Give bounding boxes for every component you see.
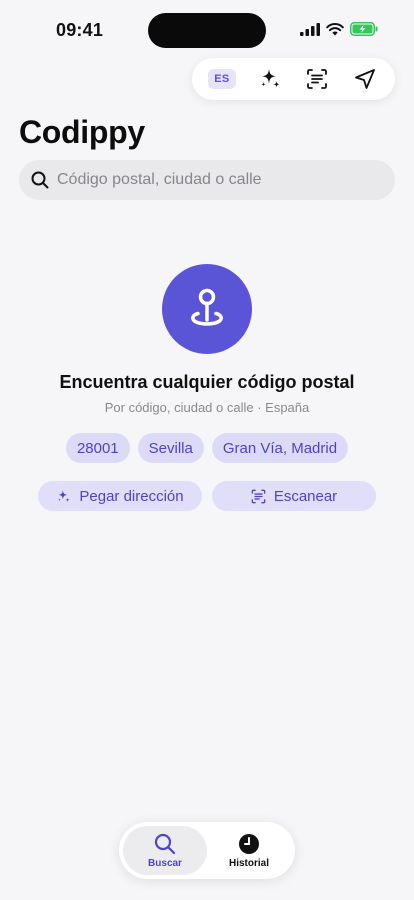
- map-pin-badge: [162, 264, 252, 354]
- tab-label: Historial: [228, 857, 269, 869]
- battery-charging-icon: [350, 22, 378, 36]
- scan-text-button[interactable]: [297, 61, 337, 97]
- app-title: Codippy: [19, 114, 145, 150]
- search-input[interactable]: [57, 171, 377, 189]
- scan-button[interactable]: Escanear: [212, 481, 376, 511]
- search-icon: [31, 171, 49, 189]
- hero-subtitle: Por código, ciudad o calle · España: [104, 400, 310, 415]
- paste-address-button[interactable]: Pegar dirección: [38, 481, 202, 511]
- status-time: 09:41: [56, 20, 104, 40]
- status-icons: [300, 22, 378, 36]
- map-pin-icon: [191, 288, 223, 326]
- tab-label: Buscar: [148, 857, 182, 869]
- clock-icon: [239, 833, 259, 854]
- scan-text-icon: [251, 489, 266, 503]
- top-toolbar: ES: [192, 58, 395, 100]
- hero-title: Encuentra cualquier código postal: [59, 372, 355, 392]
- location-arrow-icon: [355, 69, 376, 89]
- sparkle-icon: [58, 489, 70, 502]
- language-button[interactable]: ES: [202, 61, 242, 97]
- language-badge: ES: [208, 69, 236, 89]
- tab-historial[interactable]: Historial: [207, 826, 291, 875]
- scan-label: Escanear: [273, 487, 338, 505]
- tab-buscar[interactable]: Buscar: [123, 826, 207, 875]
- suggestion-chip[interactable]: Gran Vía, Madrid: [211, 433, 349, 463]
- status-bar: 09:41: [0, 0, 414, 60]
- sparkle-icon: [261, 69, 280, 88]
- signal-icon: [300, 22, 320, 36]
- dynamic-island: [148, 13, 266, 48]
- tab-bar: Buscar Historial: [119, 822, 295, 879]
- search-bar[interactable]: [19, 160, 395, 200]
- quick-actions: Pegar dirección Escanear: [38, 481, 376, 511]
- suggestion-chip[interactable]: 28001: [65, 433, 130, 463]
- location-button[interactable]: [345, 61, 385, 97]
- ai-sparkle-button[interactable]: [250, 61, 290, 97]
- paste-address-label: Pegar dirección: [79, 487, 184, 505]
- scan-text-icon: [307, 69, 328, 89]
- search-icon: [154, 833, 176, 854]
- suggestion-chip[interactable]: Sevilla: [137, 433, 204, 463]
- suggestion-chips: 28001 Sevilla Gran Vía, Madrid: [0, 433, 414, 463]
- wifi-icon: [326, 22, 344, 35]
